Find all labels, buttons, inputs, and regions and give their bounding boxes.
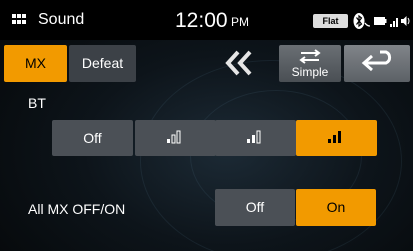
swap-arrows-icon [299,49,321,64]
battery-icon [374,17,387,25]
clock-time: 12:00 [175,9,228,32]
bt-off-button[interactable]: Off [52,120,133,156]
bt-level-2-button[interactable] [215,120,296,156]
double-chevron-left-icon[interactable] [222,46,256,80]
level-3-icon [328,131,341,143]
clock-ampm: PM [231,15,249,29]
level-1-icon [167,130,181,144]
all-mx-label: All MX OFF/ON [28,201,126,217]
signal-strength-icon [390,18,398,27]
bt-level-3-button[interactable] [296,120,377,156]
bluetooth-icon [353,13,371,29]
return-arrow-icon [361,50,392,72]
all-mx-off-button[interactable]: Off [215,189,295,226]
defeat-button[interactable]: Defeat [69,45,136,82]
sound-screen: Sound 12:00 PM Flat MX Defeat Simple BT … [0,0,413,251]
all-mx-on-button[interactable]: On [296,189,376,226]
screen-title: Sound [38,11,85,28]
return-button[interactable] [344,45,410,82]
level-2-icon [247,130,261,144]
mx-tab[interactable]: MX [4,45,67,82]
simple-label: Simple [291,65,329,79]
volume-icon [401,16,410,26]
eq-badge: Flat [313,14,348,28]
status-icons [353,10,411,32]
status-bar: Sound 12:00 PM Flat [0,0,413,40]
bt-level-1-button[interactable] [135,120,216,156]
bt-label: BT [28,95,46,111]
menu-grid-icon[interactable] [12,14,26,25]
simple-button[interactable]: Simple [279,45,341,82]
